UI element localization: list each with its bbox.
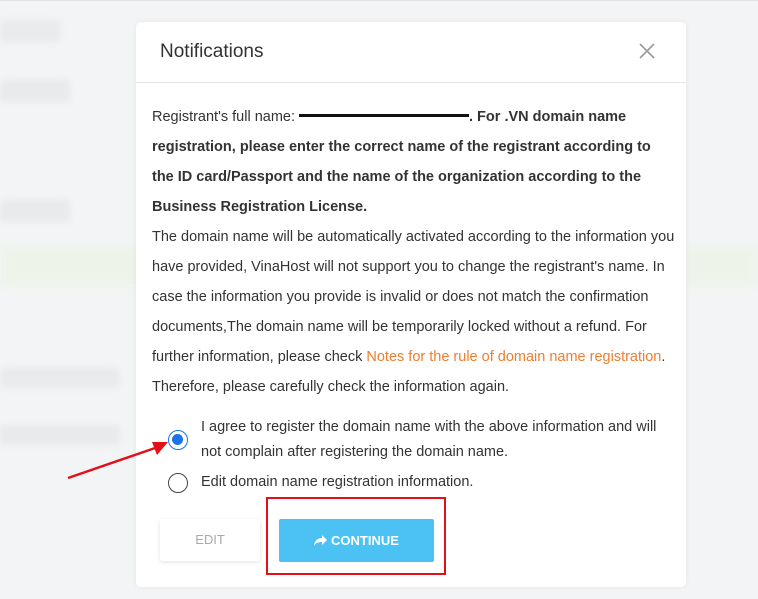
highlight-box: [266, 497, 446, 575]
background-content: [0, 368, 120, 388]
rules-link[interactable]: Notes for the rule of domain name regist…: [366, 349, 661, 365]
modal-header: Notifications: [136, 22, 686, 83]
registrant-label: Registrant's full name:: [152, 109, 295, 125]
notice-paragraph: The domain name will be automatically ac…: [152, 229, 675, 365]
edit-info-label[interactable]: Edit domain name registration informatio…: [201, 470, 671, 495]
background-content: [0, 20, 60, 42]
agree-radio[interactable]: [168, 430, 188, 450]
modal-title: Notifications: [160, 41, 264, 62]
annotation-arrow-icon: [67, 442, 168, 480]
redacted-name: [299, 113, 469, 117]
agree-label[interactable]: I agree to register the domain name with…: [201, 415, 671, 465]
edit-info-radio[interactable]: [168, 473, 188, 493]
page-divider: [0, 0, 758, 1]
close-icon[interactable]: [636, 40, 658, 62]
background-content: [0, 80, 70, 102]
notice-text: Registrant's full name:. For .VN domain …: [152, 102, 676, 402]
background-content: [0, 200, 70, 222]
edit-button[interactable]: EDIT: [160, 519, 260, 561]
